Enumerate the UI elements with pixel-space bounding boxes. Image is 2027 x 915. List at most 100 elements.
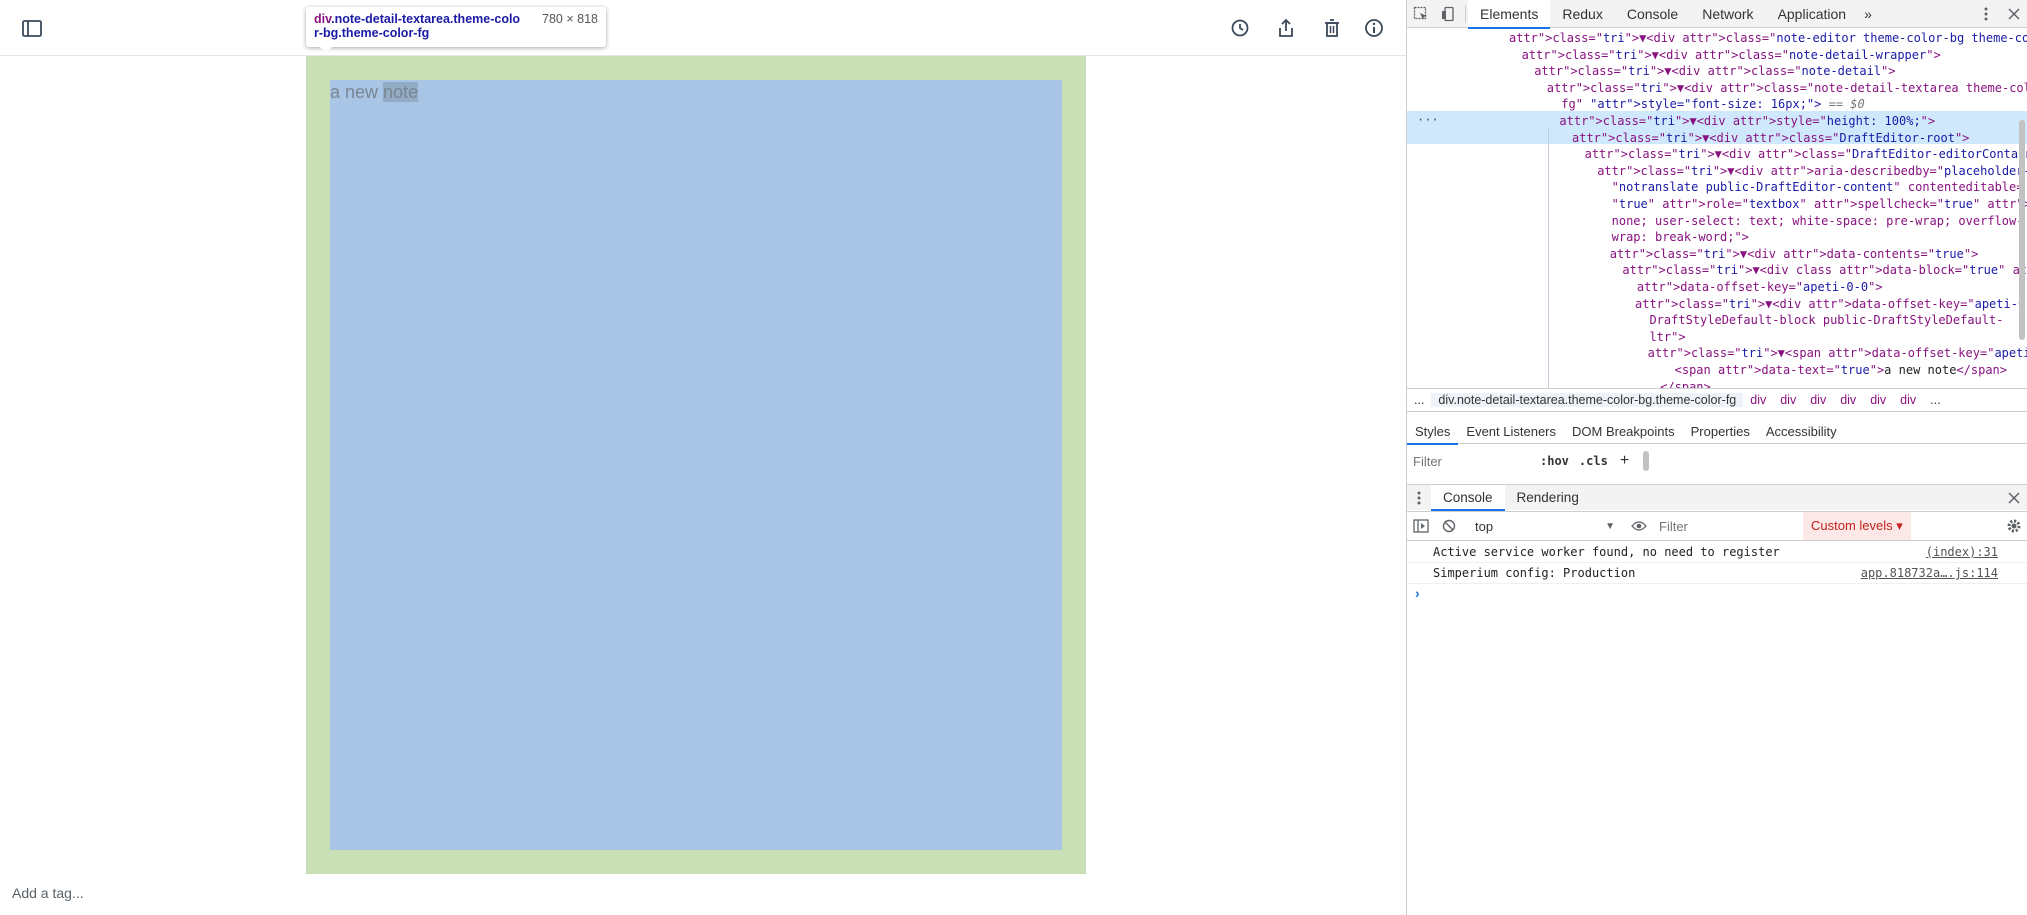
console-filter-input[interactable] [1659, 515, 1799, 537]
tab-dom-breakpoints[interactable]: DOM Breakpoints [1564, 420, 1683, 444]
dom-node-line[interactable]: attr">class="tri">▼<div attr">class="not… [1547, 80, 2027, 97]
tab-styles[interactable]: Styles [1407, 420, 1459, 445]
styles-filter-input[interactable] [1413, 451, 1528, 471]
app-window: a new note div.note-detail-textarea.them… [0, 0, 1406, 915]
dom-row-menu-icon[interactable]: ··· [1417, 112, 1439, 129]
breadcrumb-more[interactable]: ... [1923, 393, 1947, 407]
tab-event-listeners[interactable]: Event Listeners [1458, 420, 1564, 444]
note-editor-textarea[interactable] [330, 80, 1062, 850]
context-select[interactable]: top ▼ [1471, 515, 1619, 537]
device-toolbar-icon[interactable] [1435, 0, 1463, 28]
console-settings-gear-icon[interactable] [2000, 512, 2027, 540]
devtools-tabbar: Elements Redux Console Network Applicati… [1407, 0, 2027, 29]
breadcrumb-item[interactable]: div [1833, 393, 1863, 407]
close-devtools-icon[interactable] [2000, 0, 2027, 28]
devtools-panel: Elements Redux Console Network Applicati… [1406, 0, 2027, 915]
tab-application[interactable]: Application [1766, 0, 1859, 28]
live-expression-eye-icon[interactable] [1625, 512, 1653, 540]
history-icon[interactable] [1229, 17, 1251, 39]
context-value: top [1475, 518, 1494, 534]
dom-node-line[interactable]: attr">class="tri">▼<div attr">class="not… [1522, 47, 1941, 64]
tooltip-size: 780 × 818 [542, 12, 598, 26]
dom-node-line[interactable]: attr">class="tri">▼<span attr">data-offs… [1648, 345, 2027, 362]
tab-elements[interactable]: Elements [1468, 0, 1551, 29]
dom-node-line[interactable]: attr">class="tri">▼<div attr">aria-descr… [1597, 163, 2027, 180]
note-content[interactable]: a new note [330, 82, 419, 103]
dom-node-line[interactable]: fg" "attr">style="font-size: 16px;"> == … [1547, 96, 1865, 113]
dom-node-line[interactable]: ltr"> [1635, 329, 1685, 346]
hov-toggle[interactable]: :hov [1540, 454, 1569, 468]
dom-indent-guide [1548, 128, 1549, 388]
tooltip-caret [320, 47, 332, 53]
drawer-tab-rendering[interactable]: Rendering [1505, 485, 1591, 511]
tab-network[interactable]: Network [1690, 0, 1765, 28]
dom-node-line[interactable]: attr">class="tri">▼<div attr">class="not… [1509, 30, 2027, 47]
more-tabs-button[interactable]: » [1858, 0, 1878, 28]
styles-filter-bar: :hov .cls + [1407, 446, 2027, 476]
console-message: Simperium config: Production app.818732a… [1407, 563, 2027, 584]
tooltip-classes-2: r-bg.theme-color-fg [314, 26, 430, 40]
info-icon[interactable] [1363, 17, 1385, 39]
dom-node-line[interactable]: <span attr">data-text="true">a new note<… [1660, 362, 2007, 379]
note-text-plain: a new [330, 82, 384, 102]
breadcrumb-ellipsis[interactable]: ... [1407, 393, 1431, 407]
console-prompt[interactable]: › [1415, 585, 1420, 601]
dom-scrollbar[interactable] [2019, 120, 2025, 340]
add-tag-input[interactable]: Add a tag... [12, 885, 84, 901]
note-toolbar [0, 0, 1406, 56]
inspect-tooltip: div.note-detail-textarea.theme-colo r-bg… [306, 7, 606, 53]
chevron-down-icon: ▼ [1605, 520, 1615, 532]
console-toolbar: top ▼ Custom levels ▾ [1407, 511, 2027, 541]
console-message-source[interactable]: app.818732a….js:114 [1861, 563, 1998, 584]
toolbar-divider [1465, 4, 1466, 23]
tab-properties[interactable]: Properties [1683, 420, 1758, 444]
new-style-rule-icon[interactable]: + [1620, 452, 1629, 470]
dom-node-line[interactable]: attr">class="tri">▼<div attr">data-conte… [1610, 246, 1979, 263]
console-message-text: Simperium config: Production [1433, 566, 1636, 580]
console-sidebar-icon[interactable] [1407, 512, 1435, 540]
tab-redux[interactable]: Redux [1550, 0, 1614, 28]
dom-node-line[interactable]: attr">class="tri">▼<div attr">style="hei… [1559, 113, 1935, 130]
sidebar-toggle-icon[interactable] [21, 17, 43, 39]
breadcrumb-selected[interactable]: div.note-detail-textarea.theme-color-bg.… [1431, 393, 1744, 407]
dom-tree[interactable]: ··· attr">class="tri">▼<div attr">class=… [1407, 28, 2027, 388]
console-message: Active service worker found, no need to … [1407, 542, 2027, 563]
dom-node-line[interactable]: attr">class="tri">▼<div class attr">data… [1622, 262, 2027, 279]
dom-node-line[interactable]: attr">class="tri">▼<div attr">class="Dra… [1572, 130, 1969, 147]
dom-node-line[interactable]: attr">class="tri">▼<div attr">data-offse… [1635, 296, 2027, 313]
dom-node-line[interactable]: attr">class="tri">▼<div attr">class="not… [1534, 63, 1895, 80]
dom-node-line[interactable]: "notranslate public-DraftEditor-content"… [1597, 179, 2024, 196]
tooltip-tag: div [314, 12, 332, 26]
breadcrumb-item[interactable]: div [1803, 393, 1833, 407]
close-drawer-icon[interactable] [2000, 484, 2027, 512]
share-icon[interactable] [1275, 17, 1297, 39]
tab-console[interactable]: Console [1615, 0, 1690, 28]
breadcrumb-item[interactable]: div [1893, 393, 1923, 407]
dom-node-line[interactable]: "true" attr">role="textbox" attr">spellc… [1597, 196, 2027, 213]
styles-tabbar: Styles Event Listeners DOM Breakpoints P… [1407, 420, 2027, 445]
dom-node-line[interactable]: </span> [1660, 379, 1711, 388]
breadcrumb: ... div.note-detail-textarea.theme-color… [1407, 388, 2027, 412]
breadcrumb-item[interactable]: div [1743, 393, 1773, 407]
log-levels-dropdown[interactable]: Custom levels ▾ [1803, 512, 1911, 540]
tooltip-classes-1: .note-detail-textarea.theme-colo [331, 12, 521, 26]
breadcrumb-item[interactable]: div [1863, 393, 1893, 407]
cls-toggle[interactable]: .cls [1579, 454, 1608, 468]
console-message-text: Active service worker found, no need to … [1433, 545, 1780, 559]
drawer-menu-icon[interactable] [1407, 484, 1431, 512]
dom-node-line[interactable]: none; user-select: text; white-space: pr… [1597, 213, 2024, 230]
styles-resizer[interactable] [1643, 451, 1650, 471]
drawer-tab-console[interactable]: Console [1431, 484, 1505, 511]
dom-node-line[interactable]: attr">class="tri">▼<div attr">class="Dra… [1585, 146, 2027, 163]
dom-node-line[interactable]: DraftStyleDefault-block public-DraftStyl… [1635, 312, 2003, 329]
note-text-selected: note [383, 82, 419, 102]
kebab-menu-icon[interactable] [1972, 0, 2000, 28]
console-message-source[interactable]: (index):31 [1926, 542, 1998, 563]
dom-node-line[interactable]: wrap: break-word;"> [1597, 229, 1749, 246]
clear-console-icon[interactable] [1435, 512, 1463, 540]
tab-accessibility[interactable]: Accessibility [1758, 420, 1845, 444]
trash-icon[interactable] [1321, 17, 1343, 39]
inspect-element-icon[interactable] [1407, 0, 1435, 28]
breadcrumb-item[interactable]: div [1773, 393, 1803, 407]
dom-node-line[interactable]: attr">data-offset-key="apeti-0-0"> [1622, 279, 1883, 296]
